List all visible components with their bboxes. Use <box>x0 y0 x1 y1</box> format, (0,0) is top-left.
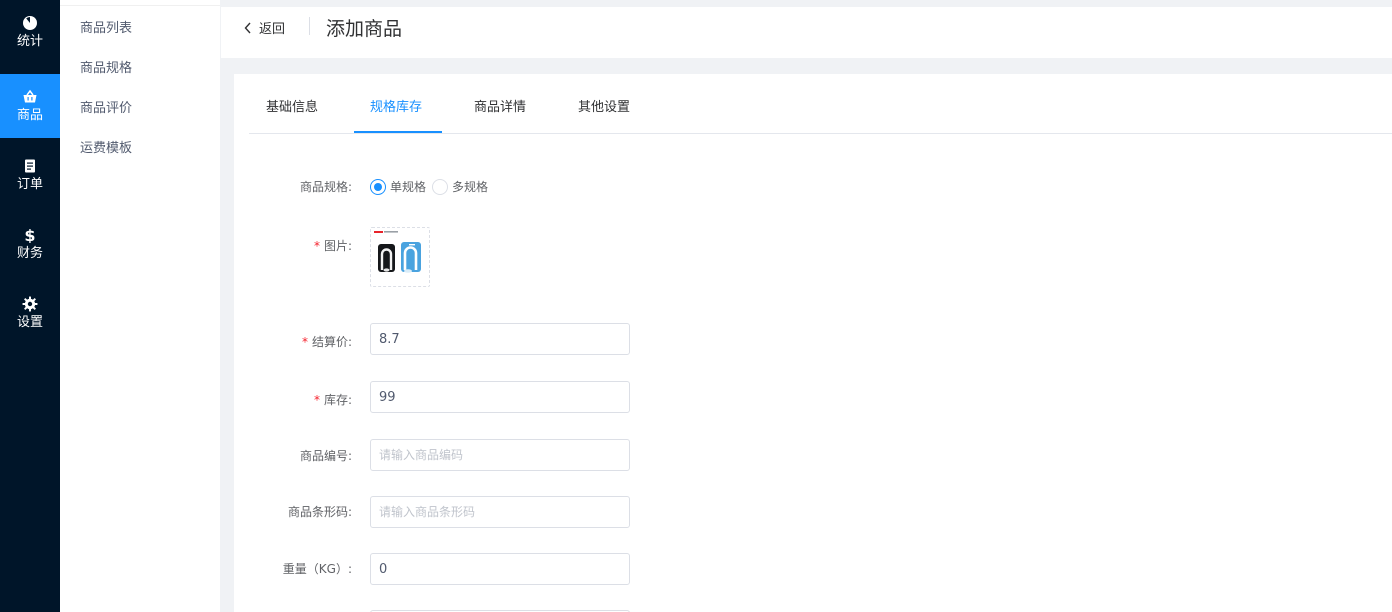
primary-sidebar: 统计 商品 订单 $ 财务 设置 <box>0 0 60 612</box>
nav-item-finance[interactable]: $ 财务 <box>0 212 60 276</box>
back-button[interactable]: 返回 <box>243 18 285 37</box>
price-label: * 结算价: <box>302 333 352 350</box>
weight-label-text: 重量（KG）: <box>282 562 352 576</box>
required-mark: * <box>313 239 320 253</box>
chevron-left-icon <box>244 22 251 33</box>
active-tab-indicator <box>354 131 442 133</box>
weight-label: 重量（KG）: <box>283 560 352 577</box>
required-mark: * <box>313 393 320 407</box>
tab-other-settings[interactable]: 其他设置 <box>578 96 630 115</box>
page-title: 添加商品 <box>326 18 403 40</box>
spec-radio-group: 单规格 多规格 <box>370 178 494 195</box>
image-label-text: 图片: <box>323 239 352 253</box>
sidebar-item-product-review[interactable]: 商品评价 <box>80 97 132 116</box>
nav-label-products: 商品 <box>16 107 43 123</box>
product-photo <box>371 228 429 286</box>
tab-spec-stock[interactable]: 规格库存 <box>370 96 422 115</box>
required-mark: * <box>301 335 308 349</box>
stock-label: * 库存: <box>314 391 352 408</box>
nav-item-stats[interactable]: 统计 <box>0 0 60 64</box>
radio-dot-checked <box>370 178 386 195</box>
content-card: 基础信息 规格库存 商品详情 其他设置 商品规格: 单规格 多规格 *图片: <box>234 74 1392 612</box>
price-label-text: 结算价: <box>311 335 352 349</box>
code-label-text: 商品编号: <box>299 449 352 463</box>
barcode-label: 商品条形码: <box>288 503 352 520</box>
nav-label-finance: 财务 <box>16 245 43 261</box>
app-root: 统计 商品 订单 $ 财务 设置 商品列表 商品规格 商品评价 运费模板 返回 … <box>0 0 1392 612</box>
spec-label-text: 商品规格: <box>299 180 352 194</box>
nav-label-settings: 设置 <box>16 314 43 330</box>
gear-icon <box>22 296 38 311</box>
tab-bar: 基础信息 规格库存 商品详情 其他设置 <box>249 74 1392 134</box>
page-header: 返回 添加商品 <box>221 7 1392 58</box>
barcode-label-text: 商品条形码: <box>287 505 352 519</box>
nav-item-products[interactable]: 商品 <box>0 74 60 138</box>
product-image-thumbnail[interactable] <box>370 227 430 287</box>
nav-label-stats: 统计 <box>16 33 43 49</box>
tab-basic-info[interactable]: 基础信息 <box>266 96 318 115</box>
radio-single-spec-label: 单规格 <box>390 180 427 194</box>
radio-multi-spec[interactable]: 多规格 <box>432 178 488 195</box>
radio-dot-unchecked <box>432 178 449 195</box>
header-divider <box>309 17 310 35</box>
stock-input[interactable] <box>370 381 630 413</box>
sidebar-top-divider <box>60 5 220 6</box>
product-code-input[interactable] <box>370 439 630 471</box>
sidebar-item-product-list[interactable]: 商品列表 <box>80 17 132 36</box>
tab-product-detail[interactable]: 商品详情 <box>474 96 526 115</box>
sidebar-item-product-spec[interactable]: 商品规格 <box>80 57 132 76</box>
basket-icon <box>23 89 37 102</box>
pie-chart-icon <box>23 15 37 30</box>
secondary-sidebar: 商品列表 商品规格 商品评价 运费模板 <box>60 0 220 612</box>
radio-multi-spec-label: 多规格 <box>452 180 489 194</box>
code-label: 商品编号: <box>300 447 352 464</box>
nav-item-orders[interactable]: 订单 <box>0 143 60 207</box>
back-label: 返回 <box>259 22 286 37</box>
nav-label-orders: 订单 <box>16 176 43 192</box>
stock-label-text: 库存: <box>323 393 352 407</box>
price-input[interactable] <box>370 323 630 355</box>
barcode-input[interactable] <box>370 496 630 528</box>
sidebar-item-shipping-template[interactable]: 运费模板 <box>80 137 132 156</box>
weight-input[interactable] <box>370 553 630 585</box>
radio-single-spec[interactable]: 单规格 <box>370 178 426 195</box>
document-icon <box>25 159 35 172</box>
nav-item-settings[interactable]: 设置 <box>0 281 60 345</box>
image-label: * 图片: <box>314 237 352 254</box>
spec-label: 商品规格: <box>300 178 352 195</box>
svg-text:$: $ <box>24 227 35 243</box>
dollar-icon: $ <box>24 227 35 243</box>
